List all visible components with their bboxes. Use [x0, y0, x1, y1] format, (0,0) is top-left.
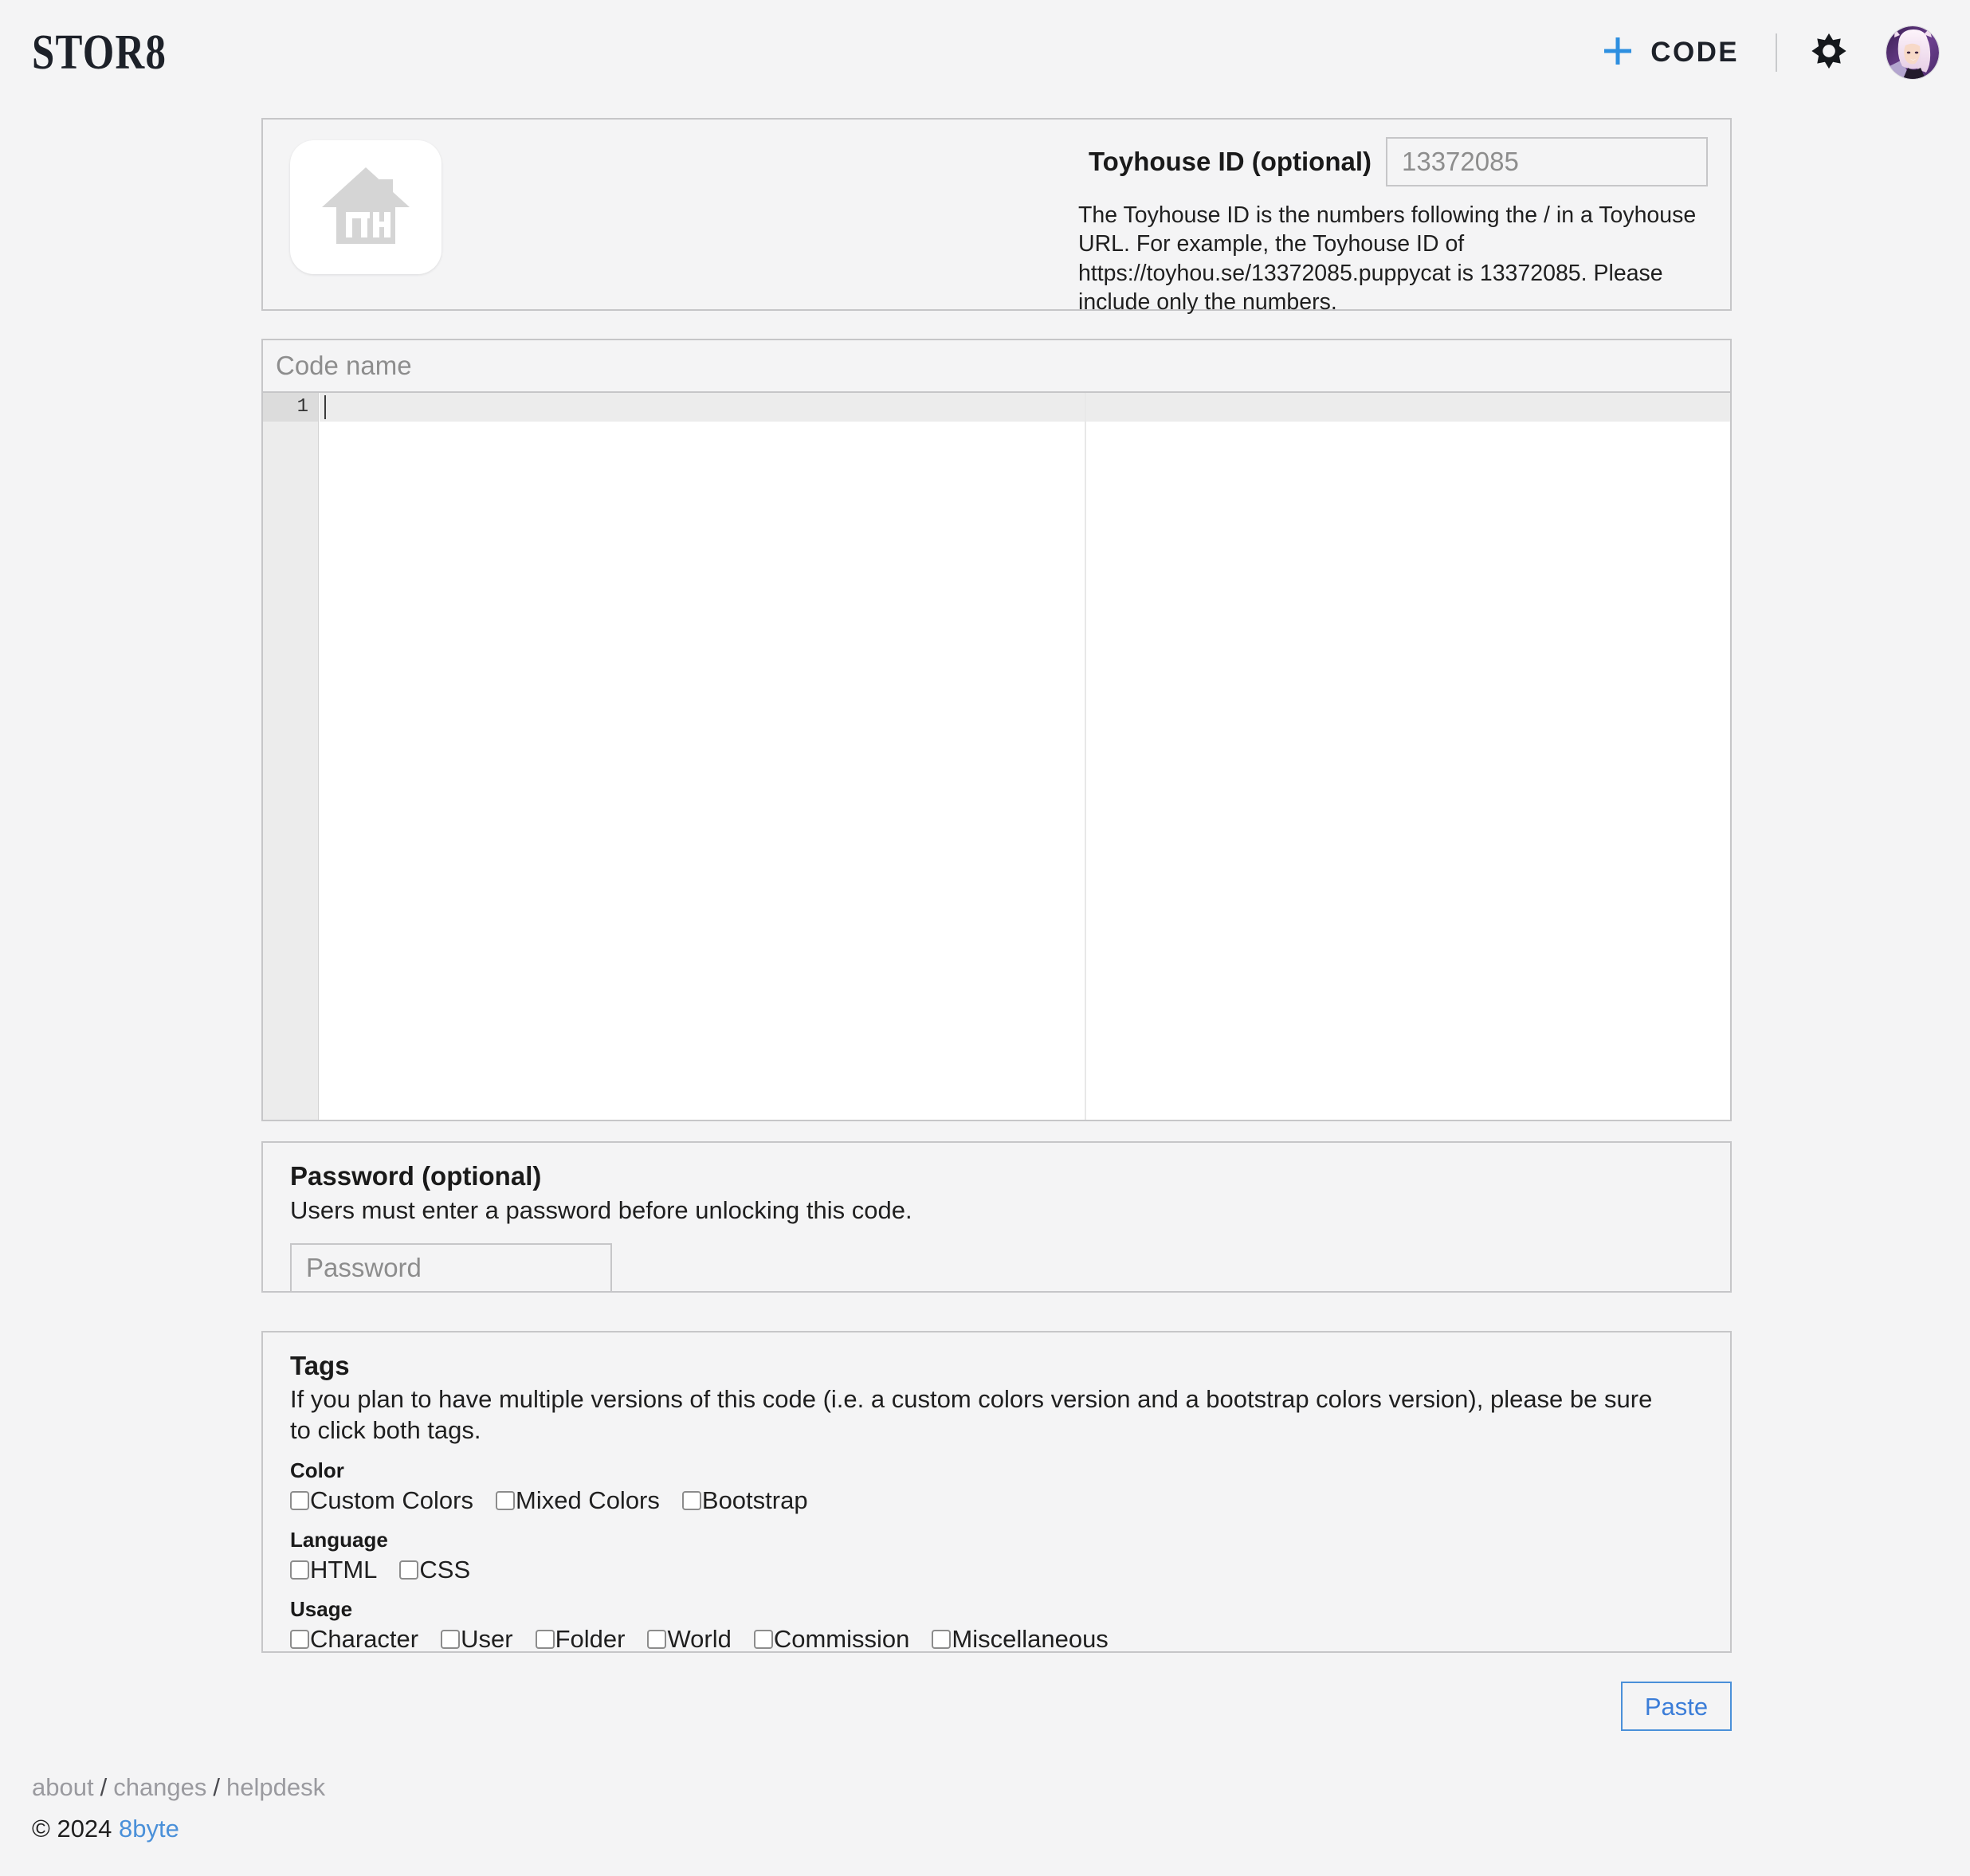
editor-active-line	[320, 393, 1730, 422]
tag-option-commission[interactable]: Commission	[753, 1625, 910, 1654]
checkbox-icon[interactable]	[496, 1491, 515, 1511]
toyhouse-house-icon	[319, 161, 413, 254]
password-input[interactable]	[290, 1243, 612, 1293]
tag-group-label: Language	[290, 1528, 388, 1552]
gutter-line-number: 1	[263, 393, 318, 422]
copyright-link[interactable]: 8byte	[119, 1815, 179, 1843]
tag-option-label: Mixed Colors	[516, 1486, 660, 1515]
code-name-input[interactable]	[263, 340, 1730, 393]
checkbox-icon[interactable]	[681, 1491, 701, 1511]
tag-group-color: Color Custom Colors Mixed Colors Bootstr…	[290, 1458, 1703, 1515]
tag-option-user[interactable]: User	[441, 1625, 513, 1654]
footer: about / changes / helpdesk © 2024 8byte	[32, 1769, 325, 1843]
checkbox-icon[interactable]	[535, 1630, 555, 1650]
toyhouse-id-row: Toyhouse ID (optional)	[980, 137, 1708, 186]
tag-group-usage: Usage Character User Folder World Commis…	[290, 1597, 1703, 1654]
checkbox-icon[interactable]	[441, 1630, 461, 1650]
password-panel: Password (optional) Users must enter a p…	[261, 1141, 1732, 1293]
toyhouse-id-section: Toyhouse ID (optional) The Toyhouse ID i…	[980, 137, 1708, 317]
tags-description: If you plan to have multiple versions of…	[290, 1384, 1653, 1444]
tag-option-bootstrap[interactable]: Bootstrap	[681, 1486, 808, 1515]
footer-link-changes[interactable]: changes	[113, 1773, 206, 1801]
tag-group-language: Language HTML CSS	[290, 1528, 1703, 1584]
toyhouse-id-input[interactable]	[1386, 137, 1708, 186]
tag-option-label: Custom Colors	[310, 1486, 473, 1515]
tag-option-label: CSS	[419, 1556, 471, 1584]
tag-options-usage: Character User Folder World Commission M…	[290, 1625, 1703, 1654]
navbar-actions: CODE	[1593, 26, 1940, 80]
password-description: Users must enter a password before unloc…	[290, 1195, 912, 1224]
tag-option-label: User	[461, 1625, 513, 1654]
checkbox-icon[interactable]	[290, 1630, 309, 1650]
plus-icon	[1601, 34, 1634, 72]
settings-button[interactable]	[1806, 28, 1852, 78]
tag-options-color: Custom Colors Mixed Colors Bootstrap	[290, 1486, 1703, 1515]
tag-option-label: Miscellaneous	[952, 1625, 1109, 1654]
checkbox-icon[interactable]	[647, 1630, 667, 1650]
footer-separator: /	[213, 1773, 221, 1801]
checkbox-icon[interactable]	[399, 1560, 419, 1580]
new-code-button[interactable]: CODE	[1593, 28, 1747, 78]
paste-button[interactable]: Paste	[1621, 1682, 1732, 1731]
navbar-divider	[1776, 33, 1777, 72]
avatar[interactable]	[1886, 26, 1940, 80]
checkbox-icon[interactable]	[290, 1491, 309, 1511]
tags-panel: Tags If you plan to have multiple versio…	[261, 1331, 1732, 1653]
footer-link-helpdesk[interactable]: helpdesk	[226, 1773, 325, 1801]
footer-links: about / changes / helpdesk	[32, 1769, 325, 1807]
editor-gutter: 1	[263, 393, 319, 1120]
tag-option-label: HTML	[310, 1556, 378, 1584]
toyhouse-logo	[290, 140, 441, 274]
tag-group-label: Color	[290, 1458, 344, 1483]
tag-option-label: Character	[310, 1625, 419, 1654]
code-editor[interactable]: 1	[263, 393, 1730, 1120]
tag-option-custom-colors[interactable]: Custom Colors	[290, 1486, 473, 1515]
checkbox-icon[interactable]	[932, 1630, 952, 1650]
editor-text-surface[interactable]	[320, 393, 1730, 1120]
top-navbar: STOR8 CODE	[0, 0, 1970, 105]
tag-option-html[interactable]: HTML	[290, 1556, 377, 1584]
copyright-text: © 2024	[32, 1814, 112, 1843]
gear-icon	[1811, 33, 1847, 73]
tag-options-language: HTML CSS	[290, 1556, 1703, 1584]
code-editor-block: 1	[261, 339, 1732, 1121]
footer-link-about[interactable]: about	[32, 1773, 94, 1801]
tag-option-mixed-colors[interactable]: Mixed Colors	[496, 1486, 660, 1515]
toyhouse-id-label: Toyhouse ID (optional)	[1088, 147, 1372, 176]
tag-option-label: World	[667, 1625, 732, 1654]
toyhouse-panel: Toyhouse ID (optional) The Toyhouse ID i…	[261, 118, 1732, 315]
checkbox-icon[interactable]	[290, 1560, 309, 1580]
editor-print-margin	[1085, 393, 1086, 1120]
brand-logo[interactable]: STOR8	[32, 28, 167, 77]
tag-option-world[interactable]: World	[647, 1625, 732, 1654]
tag-option-label: Bootstrap	[701, 1486, 808, 1515]
tag-option-miscellaneous[interactable]: Miscellaneous	[932, 1625, 1109, 1654]
tag-option-folder[interactable]: Folder	[535, 1625, 626, 1654]
password-title: Password (optional)	[290, 1161, 542, 1191]
tags-title: Tags	[290, 1351, 350, 1380]
checkbox-icon[interactable]	[753, 1630, 773, 1650]
footer-separator: /	[100, 1773, 108, 1801]
tag-option-css[interactable]: CSS	[399, 1556, 470, 1584]
copyright: © 2024 8byte	[32, 1815, 325, 1843]
tag-group-label: Usage	[290, 1597, 353, 1622]
tag-option-label: Folder	[555, 1625, 626, 1654]
tag-option-label: Commission	[773, 1625, 910, 1654]
new-code-label: CODE	[1650, 37, 1739, 68]
toyhouse-help-text: The Toyhouse ID is the numbers following…	[1078, 202, 1697, 316]
app-root: STOR8 CODE Toyhouse ID (optional) 133720…	[0, 0, 1970, 1876]
tag-option-character[interactable]: Character	[290, 1625, 418, 1654]
editor-caret	[324, 395, 326, 419]
